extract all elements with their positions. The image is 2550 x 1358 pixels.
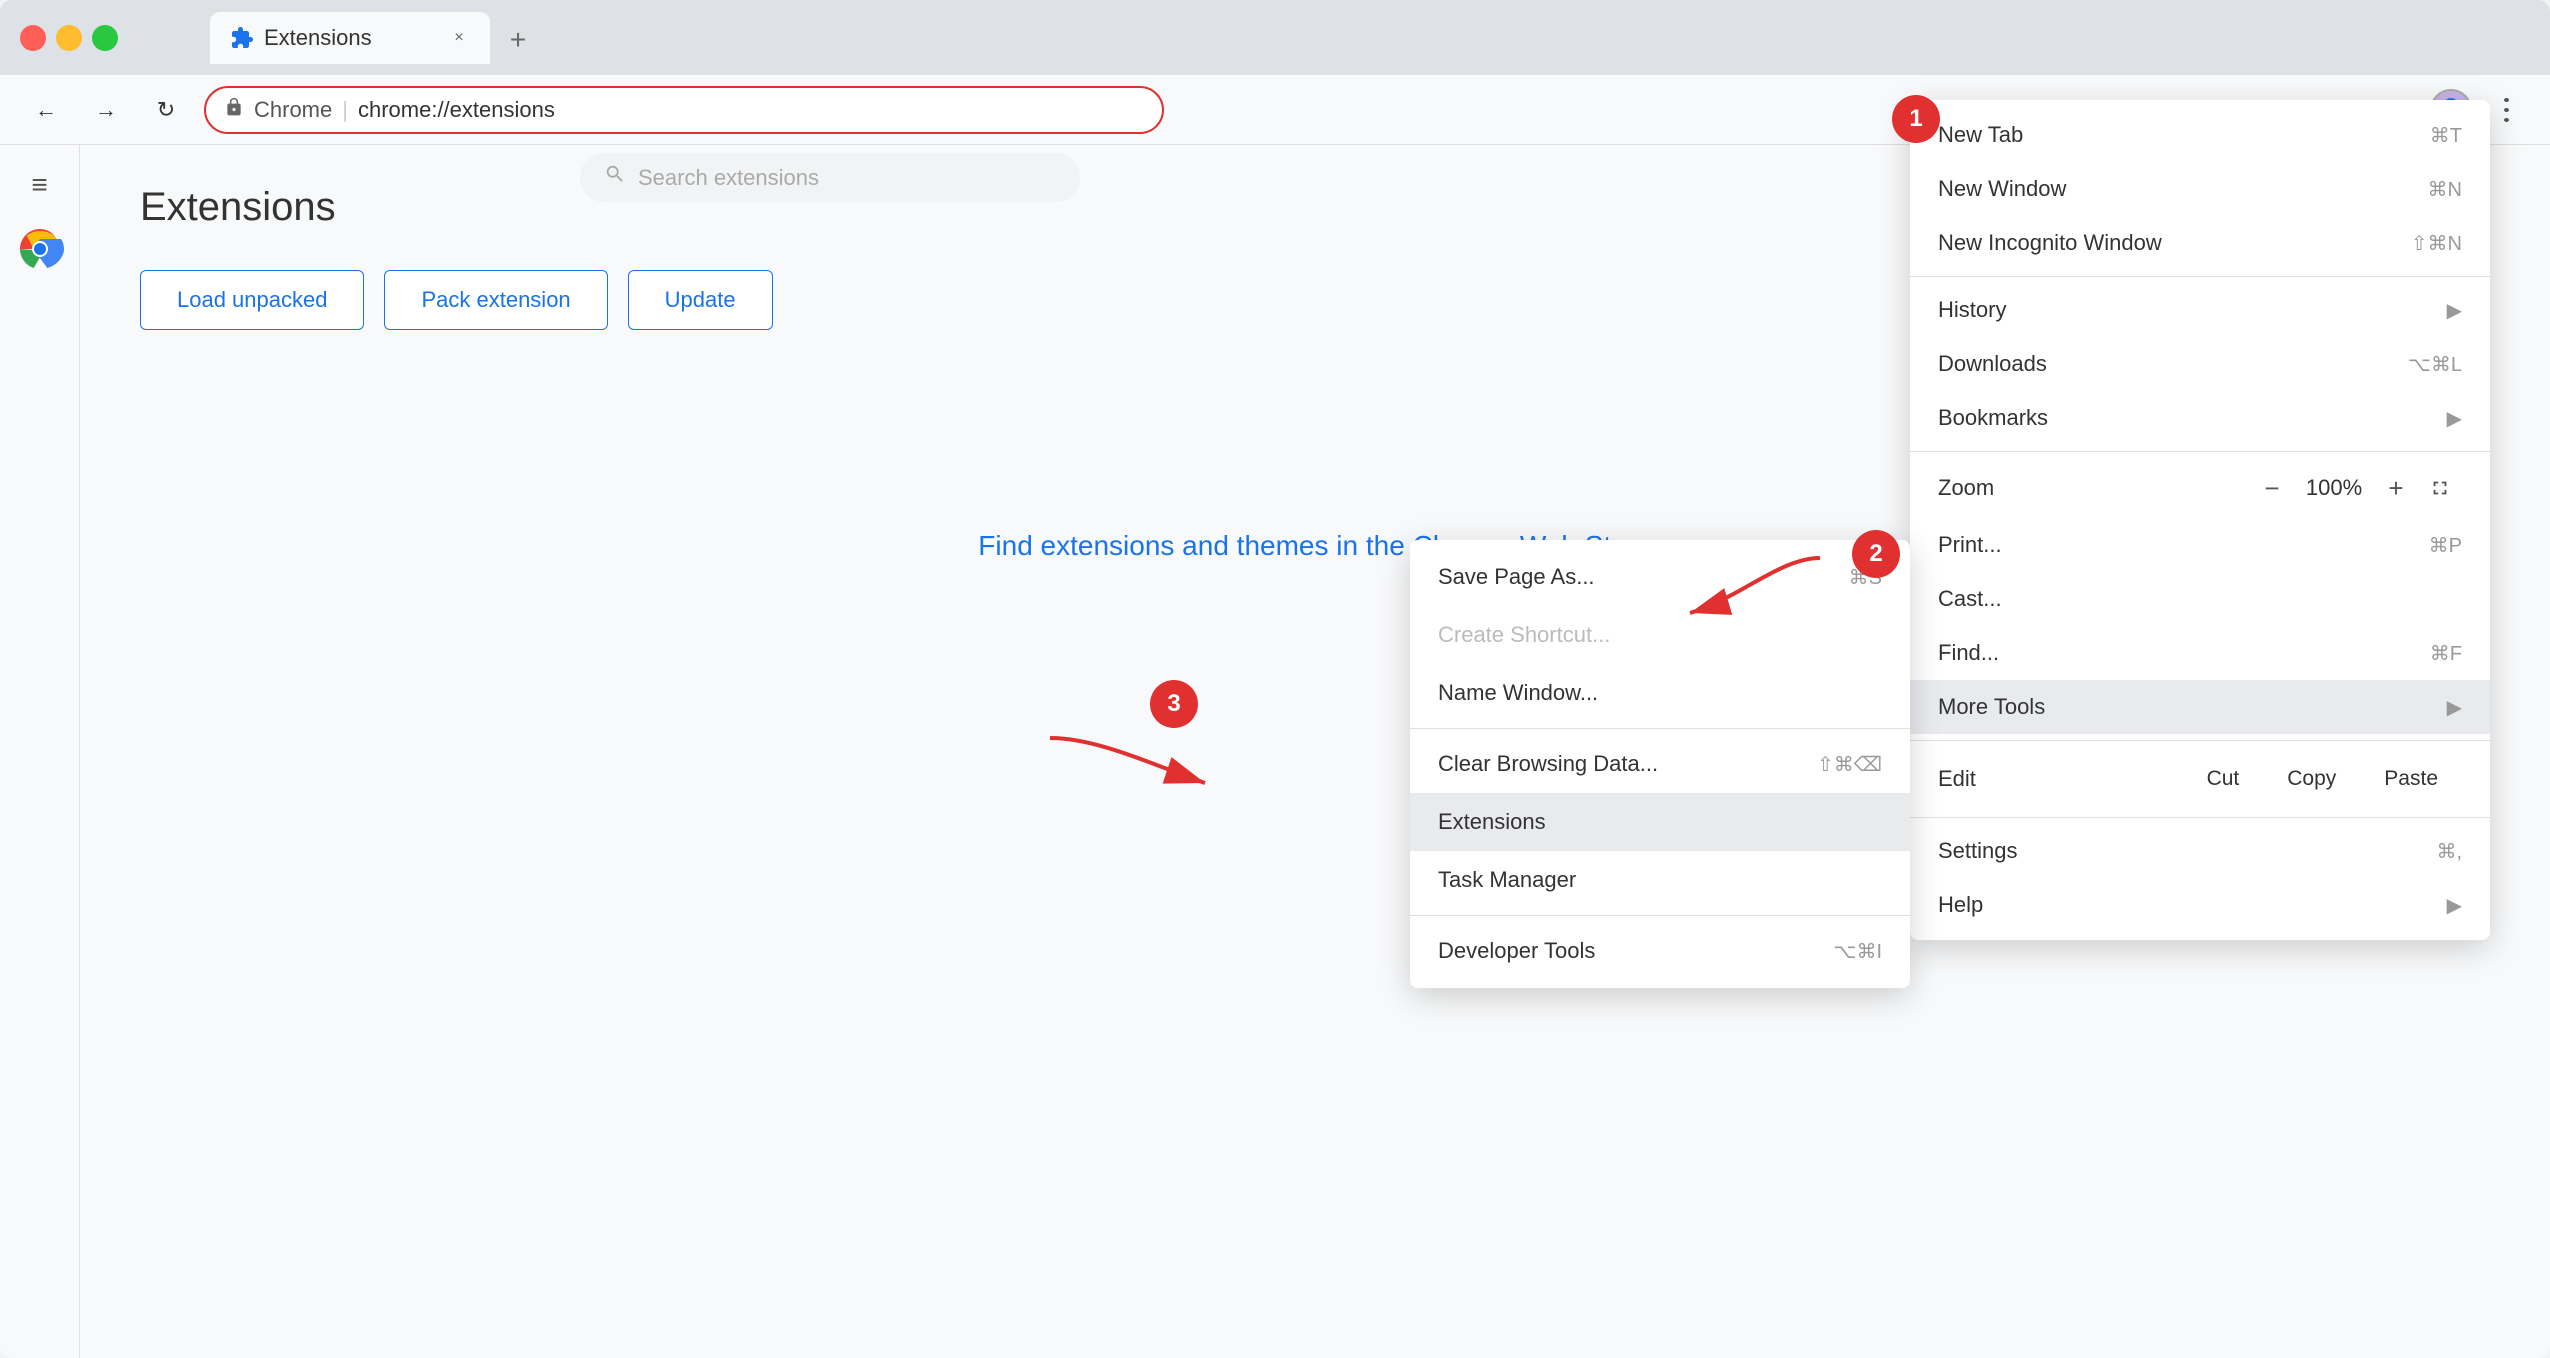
shortcut-incognito: ⇧⌘N <box>2411 231 2462 256</box>
copy-button[interactable]: Copy <box>2263 757 2360 801</box>
shortcut-new-tab: ⌘T <box>2430 123 2462 148</box>
address-bar[interactable]: Chrome | chrome://extensions <box>204 86 1164 134</box>
menu-item-new-window[interactable]: New Window ⌘N <box>1910 162 2490 216</box>
back-button[interactable]: ← <box>24 88 68 132</box>
main-dropdown-menu: New Tab ⌘T New Window ⌘N New Incognito W… <box>1910 100 2490 940</box>
tab-favicon-icon <box>230 26 254 50</box>
zoom-value: 100% <box>2294 475 2374 501</box>
update-button[interactable]: Update <box>628 270 773 330</box>
cut-button[interactable]: Cut <box>2183 757 2264 801</box>
menu-item-task-manager[interactable]: Task Manager <box>1410 851 1910 909</box>
menu-item-extensions[interactable]: Extensions <box>1410 793 1910 851</box>
maximize-button[interactable] <box>92 25 118 51</box>
menu-separator-1 <box>1910 276 2490 277</box>
shortcut-settings: ⌘, <box>2436 839 2462 864</box>
annotation-2: 2 <box>1852 530 1900 578</box>
submenu-arrow-more-tools: ▶ <box>2447 695 2462 720</box>
shortcut-clear-data: ⇧⌘⌫ <box>1817 752 1882 777</box>
pack-extension-button[interactable]: Pack extension <box>384 270 607 330</box>
menu-item-cast[interactable]: Cast... <box>1910 572 2490 626</box>
submenu-arrow-history: ▶ <box>2447 298 2462 323</box>
submenu-arrow-help: ▶ <box>2447 893 2462 918</box>
menu-item-create-shortcut[interactable]: Create Shortcut... <box>1410 606 1910 664</box>
minimize-button[interactable] <box>56 25 82 51</box>
tab-close-button[interactable]: × <box>448 27 470 49</box>
extension-search[interactable]: Search extensions <box>580 153 1080 202</box>
edit-row: Edit Cut Copy Paste <box>1910 747 2490 811</box>
sidebar-menu-icon[interactable]: ≡ <box>31 169 47 201</box>
menu-item-name-window[interactable]: Name Window... <box>1410 664 1910 722</box>
traffic-lights <box>20 25 118 51</box>
annotation-3: 3 <box>1150 680 1198 728</box>
menu-separator-2 <box>1910 451 2490 452</box>
menu-dot-2 <box>2504 108 2509 112</box>
shortcut-find: ⌘F <box>2430 641 2462 666</box>
shortcut-dev-tools: ⌥⌘I <box>1833 939 1882 964</box>
menu-item-dev-tools[interactable]: Developer Tools ⌥⌘I <box>1410 922 1910 980</box>
menu-dot-3 <box>2504 118 2509 122</box>
menu-item-print[interactable]: Print... ⌘P <box>1910 518 2490 572</box>
menu-item-incognito[interactable]: New Incognito Window ⇧⌘N <box>1910 216 2490 270</box>
search-icon <box>604 163 626 192</box>
active-tab[interactable]: Extensions × <box>210 12 490 64</box>
menu-item-more-tools[interactable]: More Tools ▶ <box>1910 680 2490 734</box>
zoom-fullscreen-button[interactable] <box>2418 466 2462 510</box>
new-tab-button[interactable]: + <box>494 16 542 64</box>
menu-item-bookmarks[interactable]: Bookmarks ▶ <box>1910 391 2490 445</box>
menu-item-history[interactable]: History ▶ <box>1910 283 2490 337</box>
zoom-plus-button[interactable]: + <box>2374 466 2418 510</box>
address-url: chrome://extensions <box>358 97 1144 123</box>
menu-item-clear-data[interactable]: Clear Browsing Data... ⇧⌘⌫ <box>1410 735 1910 793</box>
shortcut-downloads: ⌥⌘L <box>2408 352 2462 377</box>
submenu-arrow-bookmarks: ▶ <box>2447 406 2462 431</box>
menu-item-downloads[interactable]: Downloads ⌥⌘L <box>1910 337 2490 391</box>
tab-title: Extensions <box>264 25 438 51</box>
menu-separator-3 <box>1910 740 2490 741</box>
forward-button[interactable]: → <box>84 88 128 132</box>
refresh-button[interactable]: ↻ <box>144 88 188 132</box>
shortcut-print: ⌘P <box>2429 533 2462 558</box>
main-menu-button[interactable] <box>2486 90 2526 130</box>
sidebar: ≡ <box>0 145 80 1358</box>
more-tools-separator-2 <box>1410 915 1910 916</box>
more-tools-submenu: Save Page As... ⌘S Create Shortcut... Na… <box>1410 540 1910 988</box>
menu-dot-1 <box>2504 98 2509 102</box>
menu-item-help[interactable]: Help ▶ <box>1910 878 2490 932</box>
chrome-logo <box>16 225 64 273</box>
menu-item-save-page[interactable]: Save Page As... ⌘S <box>1410 548 1910 606</box>
search-placeholder: Search extensions <box>638 165 819 191</box>
address-site: Chrome <box>254 97 332 123</box>
menu-item-find[interactable]: Find... ⌘F <box>1910 626 2490 680</box>
zoom-minus-button[interactable]: − <box>2250 466 2294 510</box>
menu-item-new-tab[interactable]: New Tab ⌘T <box>1910 108 2490 162</box>
zoom-row: Zoom − 100% + <box>1910 458 2490 518</box>
menu-separator-4 <box>1910 817 2490 818</box>
annotation-1: 1 <box>1892 95 1940 143</box>
lock-icon <box>224 97 244 123</box>
browser-window: Extensions × + ← → ↻ Chrome | chrome://e… <box>0 0 2550 1358</box>
address-separator: | <box>342 97 348 123</box>
paste-button[interactable]: Paste <box>2360 757 2462 801</box>
tab-bar: Extensions × + <box>190 12 2458 64</box>
load-unpacked-button[interactable]: Load unpacked <box>140 270 364 330</box>
menu-item-settings[interactable]: Settings ⌘, <box>1910 824 2490 878</box>
close-button[interactable] <box>20 25 46 51</box>
more-tools-separator <box>1410 728 1910 729</box>
title-bar: Extensions × + <box>0 0 2550 75</box>
shortcut-new-window: ⌘N <box>2428 177 2462 202</box>
